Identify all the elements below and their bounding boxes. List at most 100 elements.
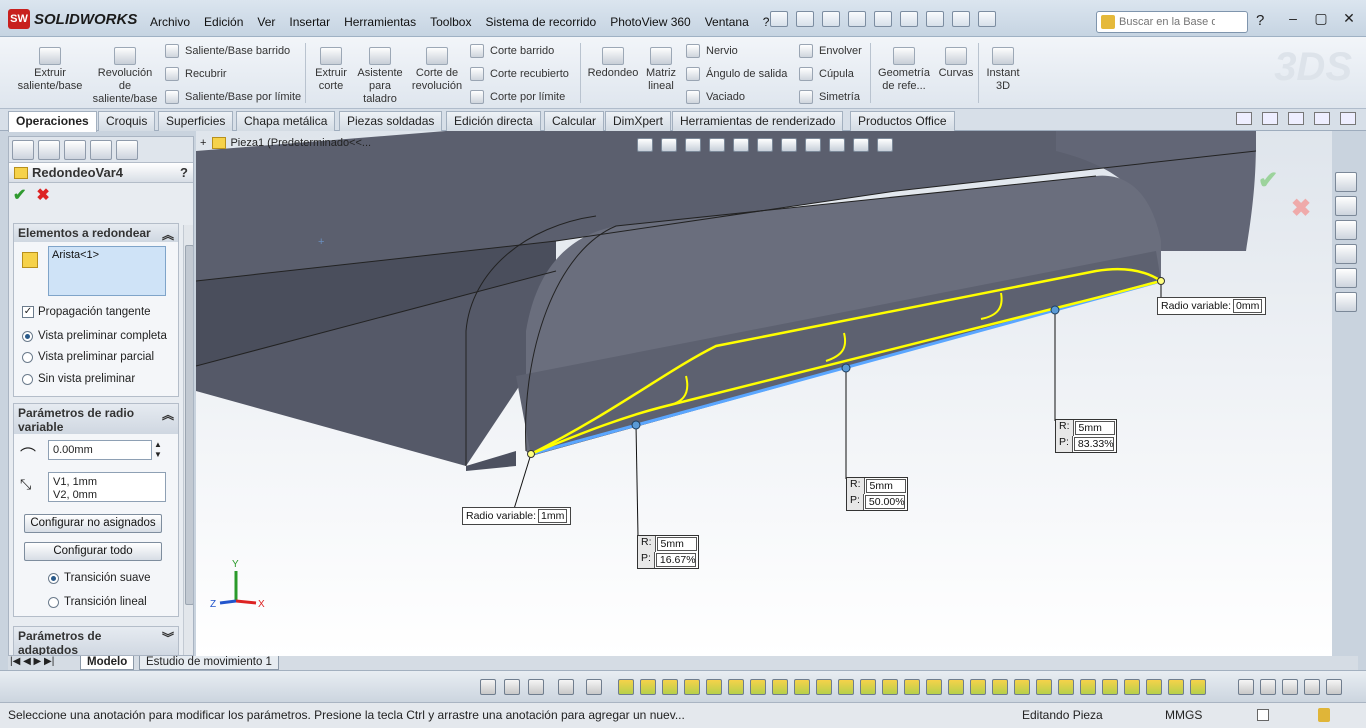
radio-dot[interactable] xyxy=(48,572,59,584)
edit-appearance-icon[interactable] xyxy=(805,138,821,152)
tag-icon[interactable] xyxy=(1318,708,1330,722)
help-icon[interactable]: ? xyxy=(1256,12,1264,29)
feature-tool-icon[interactable] xyxy=(794,679,810,695)
vertex-handle[interactable] xyxy=(527,450,535,458)
vista-completa-radio[interactable]: Vista preliminar completa xyxy=(22,330,167,342)
feature-tool-icon[interactable] xyxy=(816,679,832,695)
vertex-handle[interactable] xyxy=(1157,277,1165,285)
feature-tool-icon[interactable] xyxy=(750,679,766,695)
save-icon[interactable] xyxy=(822,11,840,27)
record-icon[interactable] xyxy=(1282,679,1298,695)
play-icon[interactable] xyxy=(1238,679,1254,695)
radius-spinner-icon[interactable]: ▲ ▼ xyxy=(154,440,162,460)
control-point-callout-1[interactable]: R: 5mm P: 16.67% xyxy=(637,535,699,569)
transicion-suave-radio[interactable]: Transición suave xyxy=(48,572,151,584)
pm-help-icon[interactable]: ? xyxy=(180,165,188,180)
position-value[interactable]: 83.33% xyxy=(1073,437,1114,451)
open-file-icon[interactable] xyxy=(796,11,814,27)
zoom-to-fit-icon[interactable] xyxy=(637,138,653,152)
control-point-handle[interactable] xyxy=(631,420,641,430)
redondeo-button[interactable]: Redondeo xyxy=(585,47,641,80)
expand-icon[interactable]: ︾ xyxy=(162,629,174,655)
feature-tool-icon[interactable] xyxy=(1190,679,1206,695)
group-header[interactable]: Parámetros de adaptados ︾ xyxy=(14,627,178,655)
control-point-callout-2[interactable]: R: 5mm P: 50.00% xyxy=(846,477,908,511)
curvas-button[interactable]: Curvas xyxy=(935,47,977,80)
stop-icon[interactable] xyxy=(1260,679,1276,695)
part-model[interactable]: + Y X Z xyxy=(196,131,1332,656)
control-point-callout-3[interactable]: R: 5mm P: 83.33% xyxy=(1055,419,1117,453)
menu-insertar[interactable]: Insertar xyxy=(282,13,337,31)
filter-faces-icon[interactable] xyxy=(504,679,520,695)
pm-scrollbar[interactable] xyxy=(183,225,193,655)
apply-scene-icon[interactable] xyxy=(829,138,845,152)
new-file-icon[interactable] xyxy=(770,11,788,27)
feature-tool-icon[interactable] xyxy=(970,679,986,695)
envolver-button[interactable]: Envolver xyxy=(799,44,862,58)
tile-left-icon[interactable] xyxy=(1236,112,1252,125)
position-value[interactable]: 16.67% xyxy=(655,553,696,567)
group-header[interactable]: Elementos a redondear ︽ xyxy=(14,224,178,242)
display-style-icon[interactable] xyxy=(757,138,773,152)
tab-productos-office[interactable]: Productos Office xyxy=(850,111,955,131)
feature-tool-icon[interactable] xyxy=(662,679,678,695)
collapse-icon[interactable]: ︽ xyxy=(162,226,174,242)
feature-tool-icon[interactable] xyxy=(1168,679,1184,695)
section-view-icon[interactable] xyxy=(709,138,725,152)
ok-check-icon[interactable]: ✔ xyxy=(13,185,26,205)
tab-herramientas-renderizado[interactable]: Herramientas de renderizado xyxy=(672,111,844,131)
previous-view-icon[interactable] xyxy=(685,138,701,152)
expand-tree-icon[interactable]: + xyxy=(200,137,206,149)
transicion-lineal-radio[interactable]: Transición lineal xyxy=(48,596,147,608)
maximize-icon[interactable]: ▢ xyxy=(1312,10,1330,27)
feature-tool-icon[interactable] xyxy=(1146,679,1162,695)
undo-icon[interactable] xyxy=(874,11,892,27)
file-explorer-icon[interactable] xyxy=(1335,220,1357,240)
feature-tool-icon[interactable] xyxy=(992,679,1008,695)
tab-croquis[interactable]: Croquis xyxy=(98,111,156,131)
menu-archivo[interactable]: Archivo xyxy=(143,13,197,31)
control-point-handle[interactable] xyxy=(841,363,851,373)
tab-estudio-movimiento[interactable]: Estudio de movimiento 1 xyxy=(139,656,279,670)
unit-system[interactable]: MMGS xyxy=(1165,708,1202,722)
cupula-button[interactable]: Cúpula xyxy=(799,67,854,81)
view-orientation-icon[interactable] xyxy=(733,138,749,152)
app-logo[interactable]: SW SOLIDWORKS xyxy=(8,9,137,29)
feature-tool-icon[interactable] xyxy=(926,679,942,695)
search-input[interactable] xyxy=(1119,16,1215,28)
sketch-tool-icon[interactable] xyxy=(618,679,634,695)
confirm-corner-ok-icon[interactable]: ✔ xyxy=(1258,166,1278,195)
select-other-icon[interactable] xyxy=(586,679,602,695)
nervio-button[interactable]: Nervio xyxy=(686,44,738,58)
feature-tool-icon[interactable] xyxy=(1080,679,1096,695)
radio-dot[interactable] xyxy=(22,330,33,342)
corte-revolucion-button[interactable]: Corte de revolución xyxy=(408,47,466,93)
radio-variable-callout-end[interactable]: Radio variable: 0mm xyxy=(1157,297,1267,315)
hide-show-icon[interactable] xyxy=(781,138,797,152)
radio-dot[interactable] xyxy=(48,596,59,608)
feature-tool-icon[interactable] xyxy=(1058,679,1074,695)
callout-value[interactable]: 0mm xyxy=(1233,299,1263,313)
saliente-limite-button[interactable]: Saliente/Base por límite xyxy=(165,90,301,104)
scroll-thumb[interactable] xyxy=(185,245,193,605)
feature-tool-icon[interactable] xyxy=(882,679,898,695)
menu-sistema-recorrido[interactable]: Sistema de recorrido xyxy=(478,13,603,31)
radius-value[interactable]: 5mm xyxy=(1074,421,1115,435)
copy-icon[interactable] xyxy=(1304,679,1320,695)
vaciado-button[interactable]: Vaciado xyxy=(686,90,745,104)
tab-edicion-directa[interactable]: Edición directa xyxy=(446,111,541,131)
tab-operaciones[interactable]: Operaciones xyxy=(8,111,97,132)
minimize-icon[interactable]: – xyxy=(1284,10,1302,27)
flyout-feature-tree[interactable]: + Pieza1 (Predeterminado<<... xyxy=(200,137,371,149)
vertex-item[interactable]: V1, 1mm xyxy=(53,476,161,489)
file-properties-icon[interactable] xyxy=(952,11,970,27)
rebuild-indicator-icon[interactable] xyxy=(1257,709,1269,721)
vertex-item[interactable]: V2, 0mm xyxy=(53,489,161,502)
radius-value[interactable]: 5mm xyxy=(865,479,906,493)
zoom-area-icon[interactable] xyxy=(661,138,677,152)
feature-tool-icon[interactable] xyxy=(772,679,788,695)
radius-value[interactable]: 5mm xyxy=(656,537,697,551)
tab-chapa-metalica[interactable]: Chapa metálica xyxy=(236,111,336,131)
menu-edicion[interactable]: Edición xyxy=(197,13,250,31)
saliente-barrido-button[interactable]: Saliente/Base barrido xyxy=(165,44,290,58)
